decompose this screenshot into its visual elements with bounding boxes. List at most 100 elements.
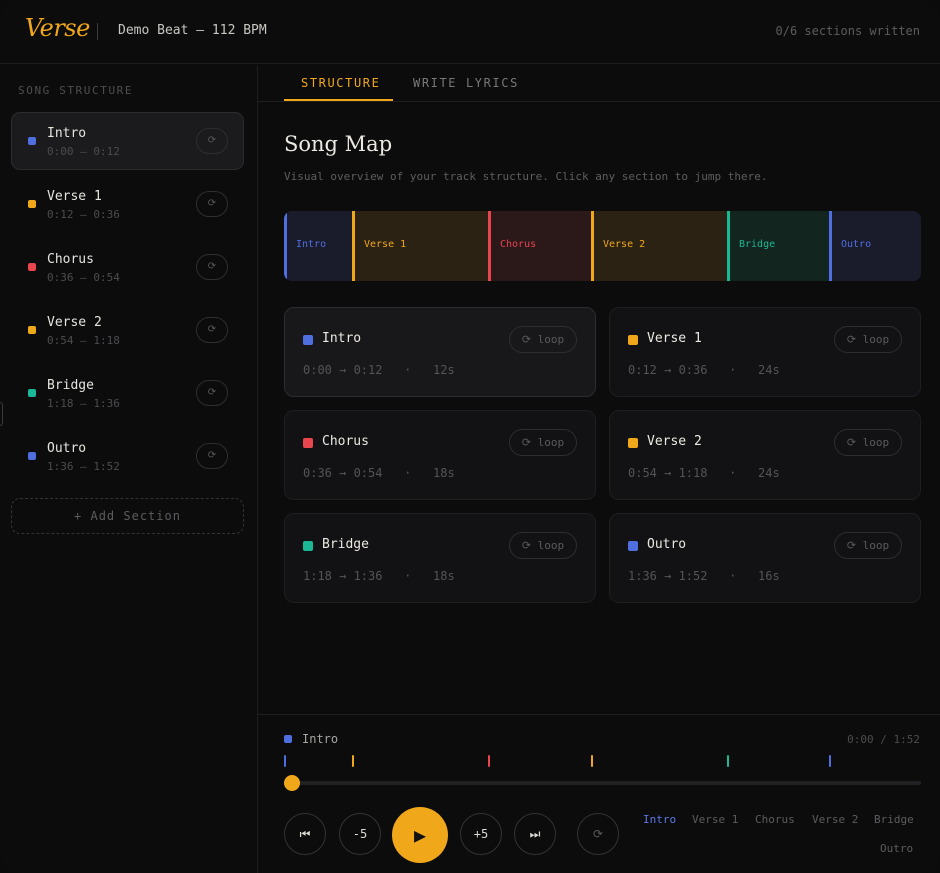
playback-time: 0:00 / 1:52 xyxy=(847,733,920,746)
section-color-dot xyxy=(628,541,638,551)
section-card-title: Verse 2 xyxy=(647,434,702,449)
sidebar-item-label: Intro xyxy=(47,126,87,141)
app-window: Verse Demo Beat — 112 BPM 0/6 sections w… xyxy=(0,0,940,873)
sidebar-item-verse-1[interactable]: Verse 1 0:12 – 0:36 ⟳ xyxy=(11,175,244,233)
section-color-dot xyxy=(28,452,36,460)
sidebar-item-bridge[interactable]: Bridge 1:18 – 1:36 ⟳ xyxy=(11,364,244,422)
section-card-time: 1:18 → 1:36 · 18s xyxy=(303,569,455,583)
section-card-time: 1:36 → 1:52 · 16s xyxy=(628,569,780,583)
section-marker-bridge[interactable] xyxy=(727,755,729,767)
header-divider xyxy=(97,23,98,40)
section-color-dot xyxy=(303,541,313,551)
loop-icon[interactable]: ⟳ xyxy=(196,128,228,154)
loop-icon[interactable]: ⟳ xyxy=(196,380,228,406)
quick-jump-intro[interactable]: Intro xyxy=(643,813,676,826)
section-marker-verse-1[interactable] xyxy=(352,755,354,767)
section-card-title: Outro xyxy=(647,537,687,552)
playback-scrubber[interactable] xyxy=(284,781,921,785)
loop-icon[interactable]: ⟳ xyxy=(196,191,228,217)
sidebar-item-label: Verse 1 xyxy=(47,189,102,204)
section-card-verse-1[interactable]: Verse 1 0:12 → 0:36 · 24s ⟳ loop xyxy=(609,307,921,397)
section-card-outro[interactable]: Outro 1:36 → 1:52 · 16s ⟳ loop xyxy=(609,513,921,603)
quick-jump-chorus[interactable]: Chorus xyxy=(755,813,795,826)
section-color-dot xyxy=(28,326,36,334)
section-card-time: 0:36 → 0:54 · 18s xyxy=(303,466,455,480)
segment-label: Intro xyxy=(296,239,327,250)
section-color-dot xyxy=(28,389,36,397)
forward-5-button[interactable]: +5 xyxy=(460,813,502,855)
play-button[interactable]: ▶ xyxy=(392,807,448,863)
section-card-bridge[interactable]: Bridge 1:18 → 1:36 · 18s ⟳ loop xyxy=(284,513,596,603)
add-section-button[interactable]: + Add Section xyxy=(11,498,244,534)
song-map-segment-bridge[interactable]: Bridge xyxy=(727,211,830,281)
section-color-dot xyxy=(28,200,36,208)
next-section-button[interactable]: ⏭ xyxy=(514,813,556,855)
loop-button[interactable]: ⟳ loop xyxy=(834,429,902,456)
active-tab-indicator xyxy=(284,99,393,101)
sidebar: SONG STRUCTURE Intro 0:00 – 0:12 ⟳ Verse… xyxy=(0,65,258,873)
section-card-title: Bridge xyxy=(322,537,369,552)
rewind-5-button[interactable]: -5 xyxy=(339,813,381,855)
section-card-verse-2[interactable]: Verse 2 0:54 → 1:18 · 24s ⟳ loop xyxy=(609,410,921,500)
sidebar-item-chorus[interactable]: Chorus 0:36 – 0:54 ⟳ xyxy=(11,238,244,296)
song-map-segment-outro[interactable]: Outro xyxy=(829,211,921,281)
quick-jump-verse-1[interactable]: Verse 1 xyxy=(692,813,738,826)
sidebar-item-time: 0:36 – 0:54 xyxy=(47,271,120,284)
section-color-dot xyxy=(28,263,36,271)
section-card-time: 0:54 → 1:18 · 24s xyxy=(628,466,780,480)
loop-button[interactable]: ⟳ loop xyxy=(509,326,577,353)
sidebar-item-time: 1:36 – 1:52 xyxy=(47,460,120,473)
current-section-dot xyxy=(284,735,292,743)
section-card-title: Intro xyxy=(322,331,362,346)
tab-bar: STRUCTURE WRITE LYRICS xyxy=(258,65,940,102)
sidebar-item-label: Chorus xyxy=(47,252,94,267)
loop-icon[interactable]: ⟳ xyxy=(196,317,228,343)
page-title: Song Map xyxy=(284,132,393,156)
section-card-title: Chorus xyxy=(322,434,369,449)
section-card-chorus[interactable]: Chorus 0:36 → 0:54 · 18s ⟳ loop xyxy=(284,410,596,500)
sidebar-item-verse-2[interactable]: Verse 2 0:54 – 1:18 ⟳ xyxy=(11,301,244,359)
sidebar-resize-handle[interactable] xyxy=(0,402,3,426)
section-color-dot xyxy=(303,335,313,345)
section-color-dot xyxy=(28,137,36,145)
section-color-dot xyxy=(628,438,638,448)
sidebar-item-intro[interactable]: Intro 0:00 – 0:12 ⟳ xyxy=(11,112,244,170)
sidebar-item-outro[interactable]: Outro 1:36 – 1:52 ⟳ xyxy=(11,427,244,485)
song-map-segment-verse-2[interactable]: Verse 2 xyxy=(591,211,728,281)
section-marker-verse-2[interactable] xyxy=(591,755,593,767)
section-color-dot xyxy=(303,438,313,448)
section-color-dot xyxy=(628,335,638,345)
song-map-segment-intro[interactable]: Intro xyxy=(284,211,353,281)
previous-section-button[interactable]: ⏮ xyxy=(284,813,326,855)
segment-label: Verse 1 xyxy=(364,239,407,250)
header: Verse Demo Beat — 112 BPM 0/6 sections w… xyxy=(0,0,940,64)
tab-structure[interactable]: STRUCTURE xyxy=(301,76,380,90)
sidebar-item-time: 0:54 – 1:18 xyxy=(47,334,120,347)
quick-jump-bridge[interactable]: Bridge xyxy=(874,813,914,826)
sidebar-item-label: Outro xyxy=(47,441,87,456)
tab-write-lyrics[interactable]: WRITE LYRICS xyxy=(413,76,519,90)
loop-button[interactable]: ⟳ loop xyxy=(834,532,902,559)
song-map-segment-chorus[interactable]: Chorus xyxy=(488,211,592,281)
loop-button[interactable]: ⟳ loop xyxy=(834,326,902,353)
loop-button[interactable]: ⟳ loop xyxy=(509,429,577,456)
segment-label: Verse 2 xyxy=(603,239,646,250)
song-map-segment-verse-1[interactable]: Verse 1 xyxy=(352,211,489,281)
section-marker-chorus[interactable] xyxy=(488,755,490,767)
sidebar-item-label: Bridge xyxy=(47,378,94,393)
section-card-intro[interactable]: Intro 0:00 → 0:12 · 12s ⟳ loop xyxy=(284,307,596,397)
sidebar-item-time: 0:00 – 0:12 xyxy=(47,145,120,158)
loop-toggle-button[interactable]: ⟳ xyxy=(577,813,619,855)
current-section-label: Intro xyxy=(302,732,339,746)
section-marker-intro[interactable] xyxy=(284,755,286,767)
section-card-title: Verse 1 xyxy=(647,331,702,346)
loop-icon[interactable]: ⟳ xyxy=(196,443,228,469)
quick-jump-outro[interactable]: Outro xyxy=(880,842,913,855)
scrubber-handle[interactable] xyxy=(284,775,300,791)
loop-button[interactable]: ⟳ loop xyxy=(509,532,577,559)
loop-icon[interactable]: ⟳ xyxy=(196,254,228,280)
page-subtitle: Visual overview of your track structure.… xyxy=(284,170,768,183)
quick-jump-verse-2[interactable]: Verse 2 xyxy=(812,813,858,826)
section-marker-outro[interactable] xyxy=(829,755,831,767)
player-bar: Intro 0:00 / 1:52 ⏮ -5 ▶ +5 ⏭ ⟳ Intro Ve… xyxy=(258,714,940,873)
